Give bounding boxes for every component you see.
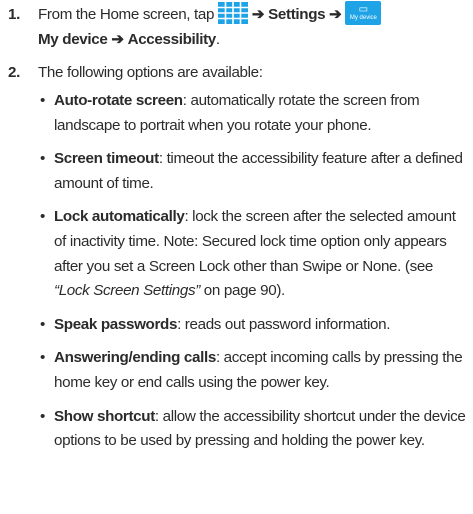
step-1-prefix: From the Home screen, tap <box>38 6 215 24</box>
arrow-glyph: ➔ <box>251 6 265 24</box>
my-device-icon: ▭ My device <box>345 1 382 25</box>
list-item: Speak passwords: reads out password info… <box>38 313 468 338</box>
option-term: Auto-rotate screen <box>54 92 183 109</box>
step-2-text: The following options are available: <box>38 64 263 81</box>
option-desc: : reads out password information. <box>177 315 391 333</box>
cross-reference-link[interactable]: “Lock Screen Settings” <box>54 282 200 299</box>
instruction-page: 1. From the Home screen, tap ➔ Settings … <box>0 0 473 514</box>
option-term: Lock automatically <box>54 208 185 226</box>
list-item: Lock automatically: lock the screen afte… <box>38 205 468 303</box>
arrow-glyph: ➔ <box>329 6 342 24</box>
period: . <box>215 30 220 48</box>
step-1-text: From the Home screen, tap ➔ Settings ➔ ▭… <box>38 1 468 52</box>
apps-grid-icon <box>217 2 248 24</box>
list-item: Show shortcut: allow the accessibility s… <box>38 405 468 454</box>
step-number: 2. <box>8 64 20 81</box>
my-device-label: My device <box>38 30 108 48</box>
option-term: Screen timeout <box>54 150 159 168</box>
option-term: Answering/ending calls <box>54 349 216 367</box>
option-tail: on page 90). <box>199 282 285 300</box>
option-term: Speak passwords <box>54 315 178 333</box>
arrow-glyph: ➔ <box>111 30 124 48</box>
step-number: 1. <box>8 6 20 23</box>
option-term: Show shortcut <box>54 407 155 425</box>
device-glyph: ▭ <box>358 4 369 15</box>
list-item: Answering/ending calls: accept incoming … <box>38 346 468 395</box>
list-item: Screen timeout: timeout the accessibilit… <box>38 147 468 196</box>
accessibility-label: Accessibility <box>127 30 217 48</box>
settings-label: Settings <box>268 6 326 24</box>
options-list: Auto-rotate screen: automatically rotate… <box>38 89 468 454</box>
list-item: Auto-rotate screen: automatically rotate… <box>38 89 468 138</box>
device-icon-label: My device <box>349 15 377 21</box>
